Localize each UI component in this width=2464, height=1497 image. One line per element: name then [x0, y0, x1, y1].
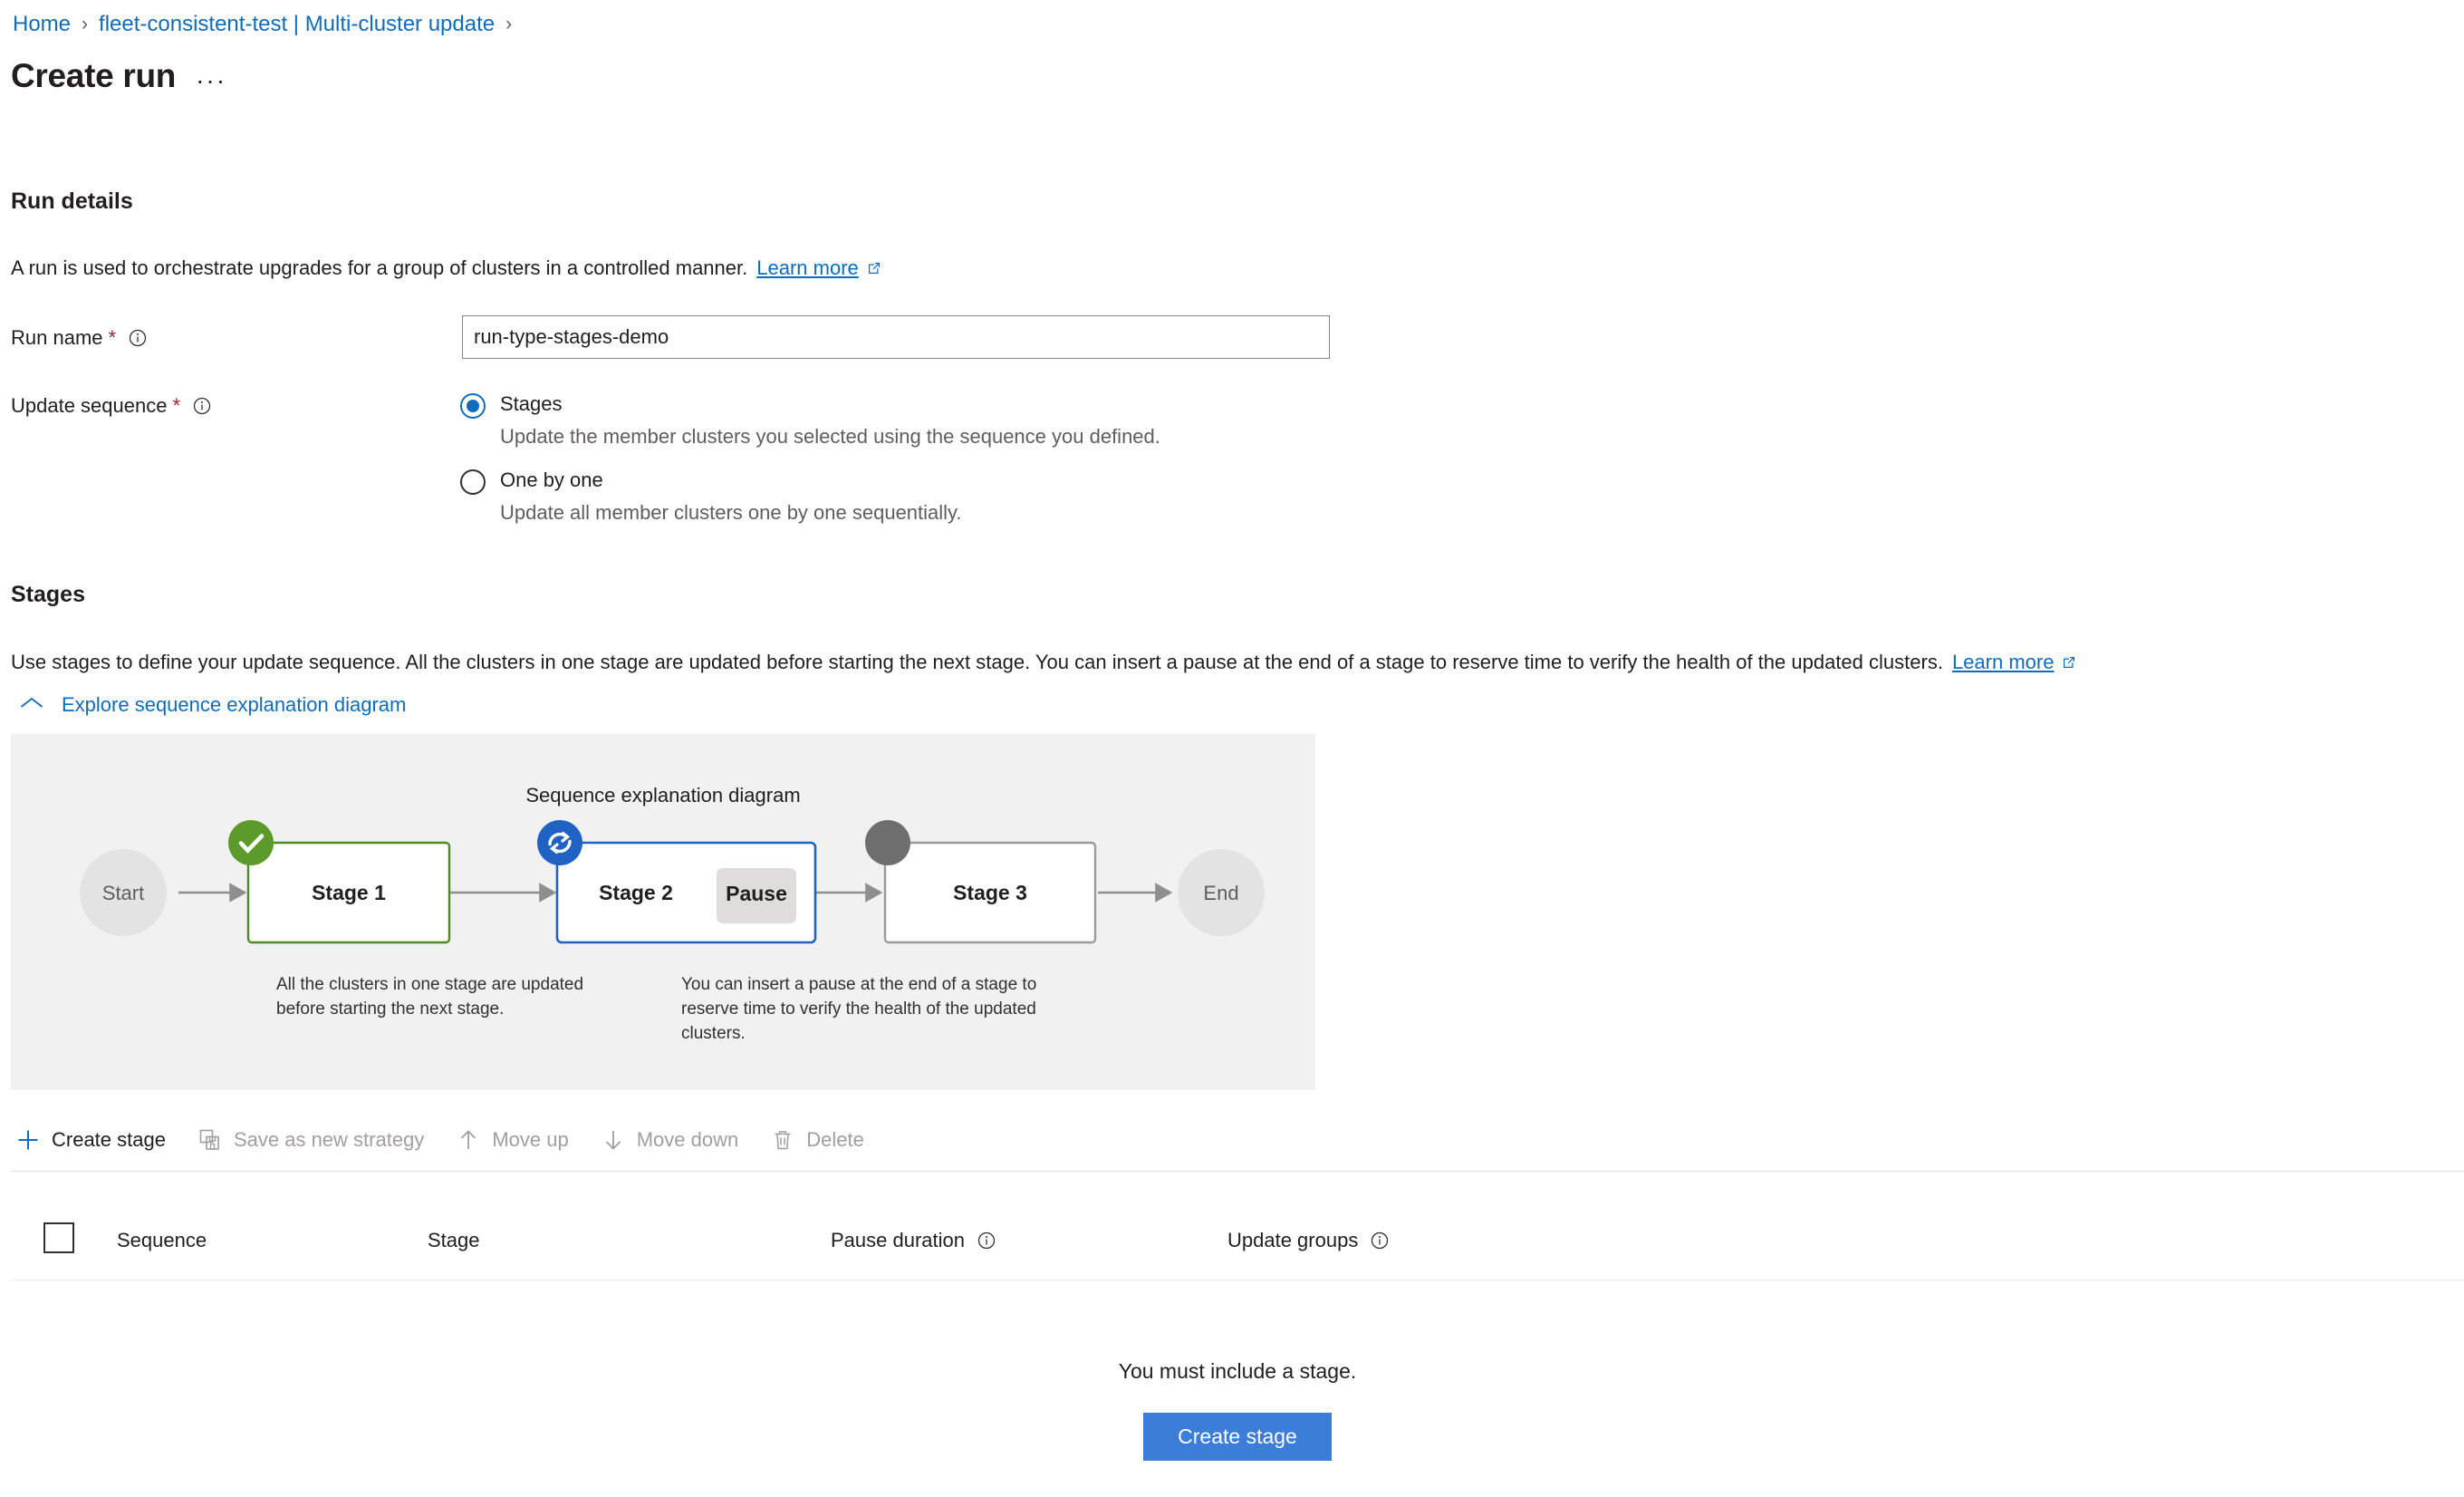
info-icon[interactable] [127, 327, 149, 349]
column-header-update-groups[interactable]: Update groups [1227, 1229, 1391, 1252]
diagram-start-label: Start [102, 882, 144, 904]
diagram-annotation-stage1: All the clusters in one stage are update… [276, 975, 584, 1019]
update-sequence-radio-group: Stages Update the member clusters you se… [460, 391, 1160, 544]
run-name-label-row: Run name * [11, 326, 149, 350]
chevron-up-icon [20, 696, 43, 715]
update-sequence-label: Update sequence [11, 394, 168, 417]
delete-label: Delete [806, 1128, 864, 1151]
dot-circle-icon [865, 820, 910, 865]
diagram-node-stage3-label: Stage 3 [953, 881, 1027, 904]
check-circle-icon [228, 820, 274, 865]
radio-indicator-stages[interactable] [460, 393, 486, 419]
run-name-label: Run name [11, 326, 103, 349]
diagram-svg: Start Stage 1 Stage 2 Pause Stage 3 End [80, 820, 1265, 944]
stages-description-row: Use stages to define your update sequenc… [11, 650, 2077, 677]
diagram-annotation-stage2: You can insert a pause at the end of a s… [681, 975, 1037, 1043]
breadcrumb-item-fleet[interactable]: fleet-consistent-test | Multi-cluster up… [99, 12, 495, 37]
save-icon [198, 1128, 222, 1152]
save-as-new-strategy-label: Save as new strategy [233, 1128, 425, 1151]
explore-diagram-label: Explore sequence explanation diagram [62, 693, 407, 716]
stages-description: Use stages to define your update sequenc… [11, 651, 1943, 673]
empty-state-message: You must include a stage. [1118, 1359, 1357, 1383]
sync-circle-icon [537, 820, 582, 865]
breadcrumb-item-home[interactable]: Home [13, 12, 71, 37]
stages-heading: Stages [11, 582, 85, 607]
radio-desc-one-by-one: Update all member clusters one by one se… [500, 501, 962, 524]
plus-icon [16, 1128, 40, 1152]
run-details-heading: Run details [11, 188, 133, 214]
radio-option-stages[interactable]: Stages Update the member clusters you se… [460, 391, 1160, 449]
info-icon-pause-duration[interactable] [976, 1230, 997, 1251]
toolbar-divider [11, 1171, 2464, 1172]
column-header-pause-duration[interactable]: Pause duration [831, 1229, 997, 1252]
save-as-new-strategy-button[interactable]: Save as new strategy [198, 1128, 424, 1152]
column-header-sequence-label: Sequence [117, 1229, 207, 1251]
column-header-stage-label: Stage [428, 1229, 480, 1251]
stages-table-header: Sequence Stage Pause duration Update gro… [11, 1214, 2464, 1270]
arrow-down-icon [602, 1128, 625, 1152]
diagram-node-stage2-label: Stage 2 [599, 881, 673, 904]
required-marker: * [108, 326, 117, 349]
create-stage-toolbar-label: Create stage [52, 1128, 166, 1151]
create-stage-primary-button[interactable]: Create stage [1143, 1413, 1332, 1461]
column-header-sequence[interactable]: Sequence [117, 1229, 207, 1252]
run-name-input[interactable] [462, 315, 1330, 359]
column-header-stage[interactable]: Stage [428, 1229, 480, 1252]
radio-indicator-one-by-one[interactable] [460, 469, 486, 495]
required-marker-2: * [172, 394, 181, 417]
trash-icon [771, 1128, 794, 1152]
radio-option-one-by-one[interactable]: One by one Update all member clusters on… [460, 468, 1160, 526]
arrow-up-icon [457, 1128, 480, 1152]
move-down-button[interactable]: Move down [602, 1128, 739, 1152]
create-stage-toolbar-button[interactable]: Create stage [16, 1128, 166, 1152]
update-sequence-label-row: Update sequence * [11, 394, 213, 418]
run-details-description-row: A run is used to orchestrate upgrades fo… [11, 256, 882, 283]
move-up-label: Move up [492, 1128, 569, 1151]
delete-button[interactable]: Delete [771, 1128, 864, 1152]
move-up-button[interactable]: Move up [457, 1128, 569, 1152]
run-details-learn-more-link[interactable]: Learn more [756, 256, 859, 279]
stages-table-empty-state: You must include a stage. Create stage [11, 1359, 2464, 1461]
radio-label-stages: Stages [500, 392, 563, 415]
diagram-pause-chip-label: Pause [726, 882, 787, 905]
select-all-checkbox[interactable] [43, 1222, 74, 1253]
page-title: Create run [11, 57, 177, 94]
page-title-row: Create run ··· [11, 56, 226, 96]
sequence-explanation-diagram-panel: Sequence explanation diagram Start Stage… [11, 734, 1315, 1090]
move-down-label: Move down [636, 1128, 739, 1151]
external-link-icon-2 [2061, 652, 2077, 677]
run-details-description: A run is used to orchestrate upgrades fo… [11, 256, 748, 279]
breadcrumb: Home › fleet-consistent-test | Multi-clu… [13, 12, 523, 37]
column-header-pause-duration-label: Pause duration [831, 1229, 965, 1251]
radio-desc-stages: Update the member clusters you selected … [500, 425, 1160, 448]
diagram-node-stage1-label: Stage 1 [312, 881, 386, 904]
radio-label-one-by-one: One by one [500, 468, 603, 491]
diagram-end-label: End [1203, 882, 1238, 904]
explore-diagram-toggle[interactable]: Explore sequence explanation diagram [20, 693, 406, 717]
column-header-update-groups-label: Update groups [1227, 1229, 1359, 1251]
info-icon-2[interactable] [191, 395, 213, 417]
stages-toolbar: Create stage Save as new strategy Move u… [16, 1128, 897, 1152]
external-link-icon [866, 257, 882, 283]
breadcrumb-separator-icon-2: › [505, 14, 513, 34]
breadcrumb-separator-icon: › [82, 14, 89, 34]
more-options-button[interactable]: ··· [196, 68, 226, 96]
stages-learn-more-link[interactable]: Learn more [1952, 651, 2055, 673]
info-icon-update-groups[interactable] [1369, 1230, 1391, 1251]
